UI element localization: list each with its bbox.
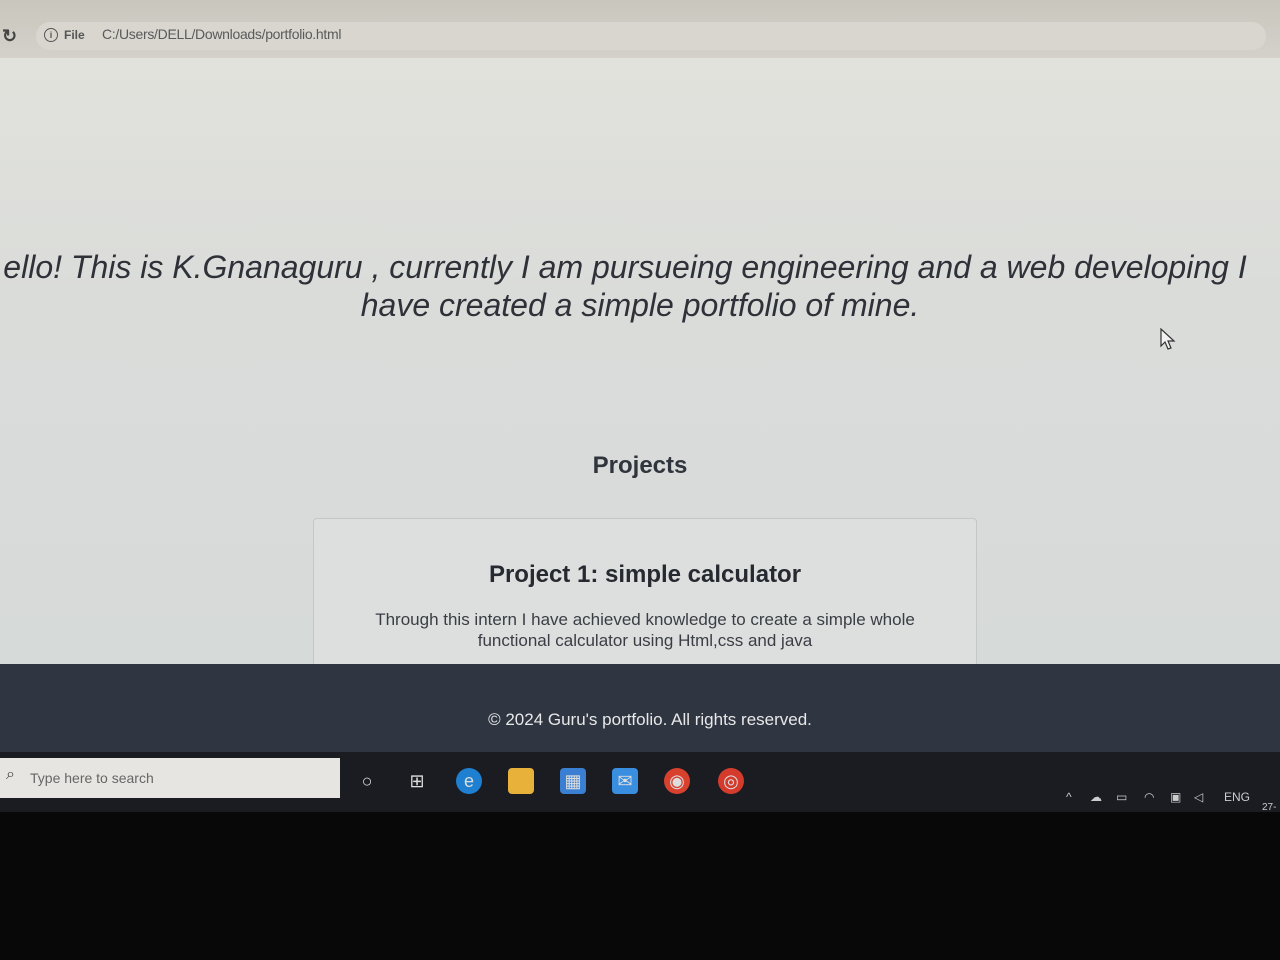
edge-icon[interactable]: e — [456, 768, 482, 794]
page-content: ello! This is K.Gnanaguru , currently I … — [0, 58, 1280, 672]
intro-line-2: have created a simple portfolio of mine. — [360, 287, 920, 323]
taskbar: ⌕ Type here to search ○ ⊞ e ▦ ✉ ◉ ◎ ^ ☁ … — [0, 752, 1280, 813]
project-title: Project 1: simple calculator — [488, 561, 802, 588]
wifi-icon[interactable]: ◠ — [1144, 790, 1154, 804]
url-text[interactable]: C:/Users/DELL/Downloads/portfolio.html — [102, 26, 341, 42]
intro-text: ello! This is K.Gnanaguru , currently I … — [0, 248, 1280, 324]
volume-icon[interactable]: ◁ — [1194, 790, 1203, 804]
chrome-profile-icon[interactable]: ◎ — [718, 768, 744, 794]
mouse-cursor-icon — [1160, 328, 1176, 350]
project-description: Through this intern I have achieved know… — [375, 610, 915, 650]
project-card: Project 1: simple calculator Through thi… — [313, 518, 977, 672]
onedrive-icon[interactable]: ☁ — [1090, 790, 1102, 804]
search-icon: ⌕ — [6, 766, 15, 783]
file-explorer-icon[interactable] — [508, 768, 534, 794]
mail-icon[interactable]: ✉ — [612, 768, 638, 794]
intro-line-1: ello! This is K.Gnanaguru , currently I … — [3, 249, 1247, 285]
chrome-icon[interactable]: ◉ — [664, 768, 690, 794]
browser-toolbar: ↻ i File C:/Users/DELL/Downloads/portfol… — [0, 0, 1280, 58]
store-icon[interactable]: ▦ — [560, 768, 586, 794]
page-footer: © 2024 Guru's portfolio. All rights rese… — [0, 664, 1280, 764]
monitor-bezel — [0, 812, 1280, 960]
search-placeholder: Type here to search — [30, 770, 154, 786]
task-view-icon[interactable]: ⊞ — [404, 768, 430, 794]
battery-icon[interactable]: ▭ — [1116, 790, 1127, 804]
info-icon[interactable]: i — [44, 28, 58, 42]
language-indicator[interactable]: ENG — [1224, 790, 1250, 804]
tray-chevron-icon[interactable]: ^ — [1066, 790, 1072, 804]
display-icon[interactable]: ▣ — [1170, 790, 1181, 804]
taskbar-search[interactable]: ⌕ Type here to search — [0, 758, 340, 798]
projects-heading: Projects — [592, 452, 688, 479]
reload-icon[interactable]: ↻ — [2, 26, 17, 47]
file-chip[interactable]: File — [64, 28, 85, 42]
address-bar[interactable]: i File C:/Users/DELL/Downloads/portfolio… — [36, 22, 1266, 50]
cortana-icon[interactable]: ○ — [354, 768, 380, 794]
footer-copyright: © 2024 Guru's portfolio. All rights rese… — [488, 710, 812, 729]
